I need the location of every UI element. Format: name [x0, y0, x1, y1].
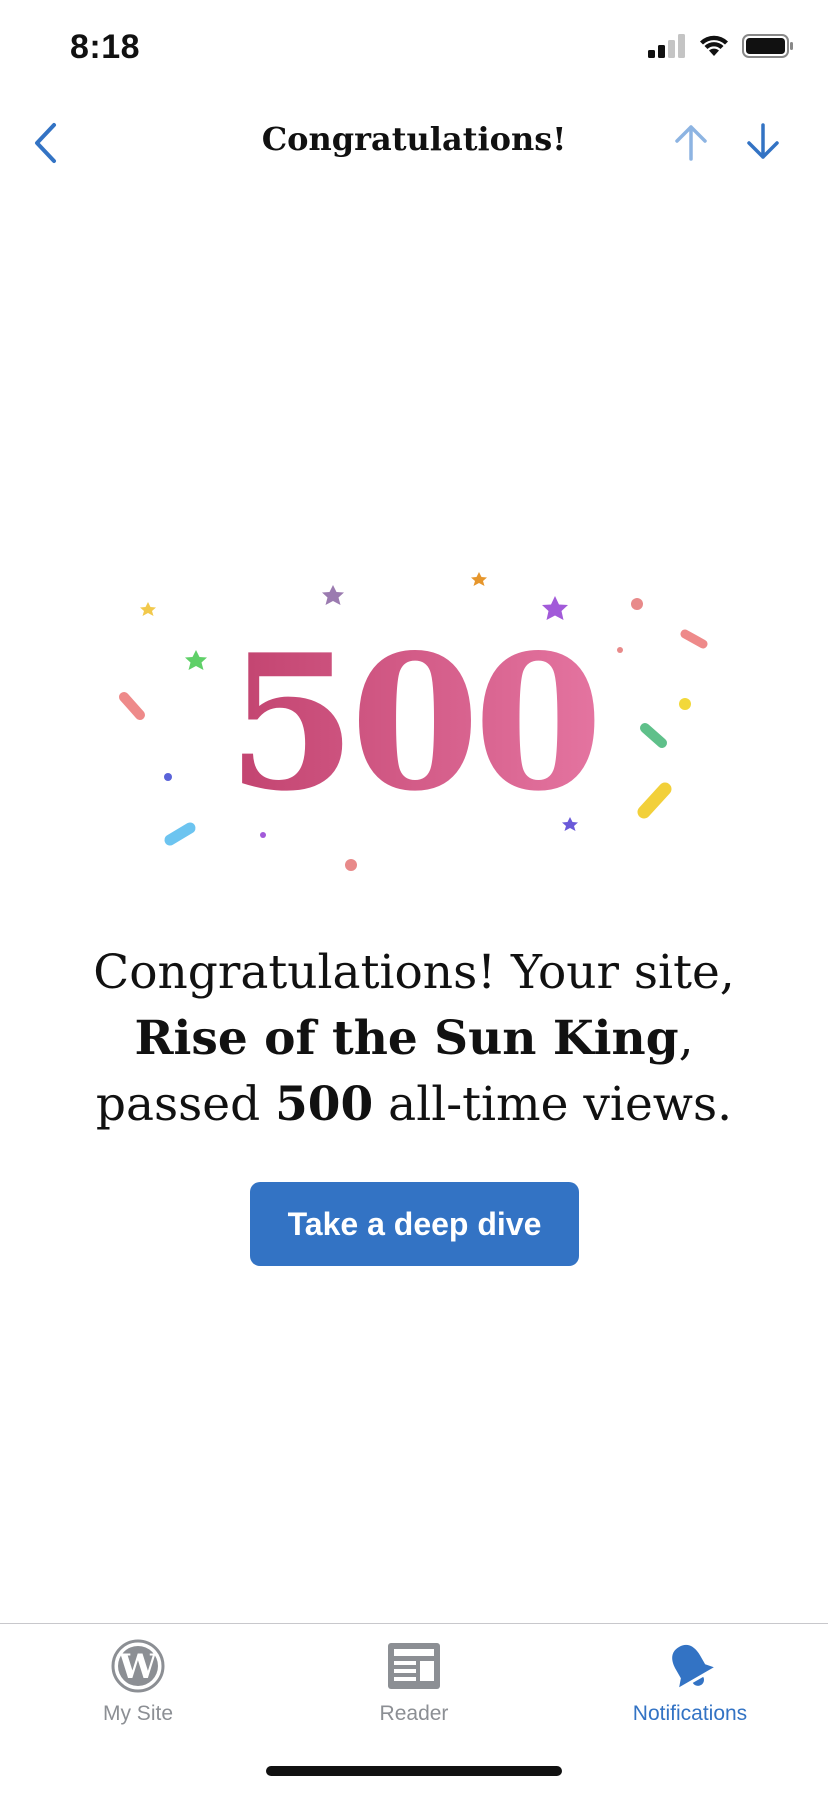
- views-suffix: all-time views.: [388, 1077, 733, 1132]
- status-bar: 8:18: [0, 0, 828, 100]
- star-icon: [322, 585, 344, 605]
- status-time: 8:18: [70, 28, 141, 66]
- arrow-down-icon: [747, 123, 779, 159]
- passed-text: passed: [95, 1077, 261, 1132]
- signal-icon: [648, 34, 685, 58]
- previous-button[interactable]: [665, 116, 717, 168]
- star-icon: [140, 602, 156, 616]
- milestone-badge: 500: [100, 560, 720, 880]
- confetti-dot: [617, 647, 623, 653]
- svg-text:W: W: [118, 1647, 158, 1687]
- confetti-sprinkle: [640, 723, 667, 748]
- reader-icon: [388, 1643, 440, 1689]
- congratulations-message: Congratulations! Your site, Rise of the …: [40, 940, 788, 1138]
- home-indicator: [266, 1766, 562, 1776]
- confetti-sprinkle: [164, 822, 196, 846]
- confetti-dot: [679, 698, 691, 710]
- message-line-3: passed 500 all-time views.: [40, 1072, 788, 1138]
- message-line-1: Congratulations! Your site,: [93, 945, 735, 1000]
- nav-bar: Congratulations!: [0, 100, 828, 184]
- confetti-dot: [345, 859, 357, 871]
- status-icons: [648, 34, 794, 58]
- confetti-decoration: 500: [119, 572, 708, 871]
- site-name: Rise of the Sun King: [134, 1011, 679, 1066]
- message-line-2: Rise of the Sun King,: [40, 1006, 788, 1072]
- tab-label-reader: Reader: [379, 1702, 449, 1725]
- confetti-sprinkle: [119, 692, 145, 720]
- wordpress-icon: W: [111, 1639, 165, 1693]
- wifi-icon: [700, 35, 728, 56]
- tab-label-notifications: Notifications: [632, 1702, 748, 1725]
- star-icon: [185, 650, 207, 670]
- milestone-number: 500: [227, 613, 597, 832]
- take-deep-dive-button[interactable]: Take a deep dive: [250, 1182, 579, 1266]
- confetti-dot: [164, 773, 172, 781]
- next-button[interactable]: [737, 116, 789, 168]
- view-count: 500: [275, 1077, 374, 1132]
- comma: ,: [678, 1011, 694, 1066]
- tab-label-my-site: My Site: [102, 1702, 173, 1725]
- tab-reader[interactable]: Reader: [276, 1638, 552, 1748]
- battery-icon: [742, 34, 793, 58]
- confetti-sprinkle: [680, 629, 708, 649]
- arrow-up-icon: [675, 125, 707, 161]
- confetti-dot: [260, 832, 266, 838]
- bell-icon: [672, 1644, 714, 1688]
- star-icon: [471, 572, 487, 586]
- tab-my-site[interactable]: W My Site: [0, 1638, 276, 1748]
- confetti-dot: [631, 598, 643, 610]
- confetti-sprinkle: [637, 782, 672, 819]
- tab-notifications[interactable]: Notifications: [552, 1638, 828, 1748]
